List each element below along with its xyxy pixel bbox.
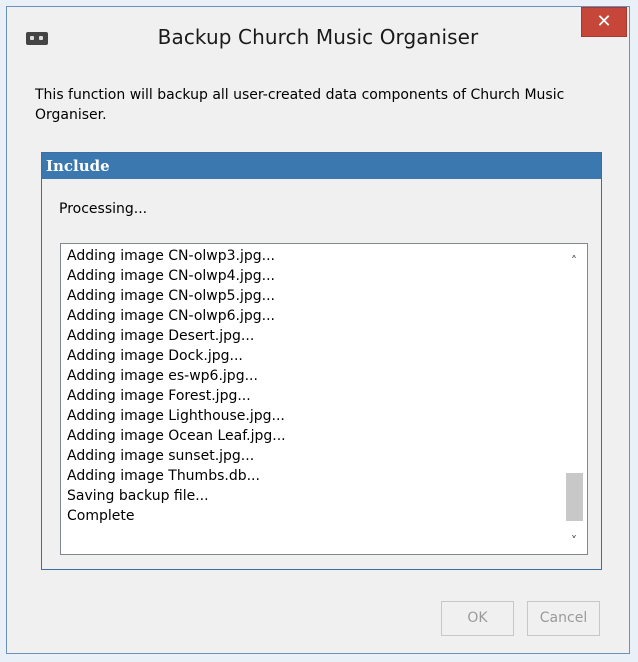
chevron-up-icon[interactable]: ˄ [562, 251, 586, 271]
list-item: Adding image Lighthouse.jpg... [67, 408, 285, 424]
backup-dialog: Backup Church Music Organiser ✕ This fun… [0, 0, 637, 661]
list-item: Adding image CN-olwp6.jpg... [67, 308, 275, 324]
log-listbox[interactable]: Adding image CN-olwp3.jpg... Adding image… [60, 243, 588, 555]
title-bar[interactable]: Backup Church Music Organiser ✕ [7, 7, 629, 71]
list-item: Adding image Dock.jpg... [67, 348, 243, 364]
status-text: Processing... [59, 201, 148, 217]
close-button[interactable]: ✕ [581, 7, 627, 37]
list-item: Adding image Ocean Leaf.jpg... [67, 428, 286, 444]
list-item: Adding image CN-olwp5.jpg... [67, 288, 275, 304]
list-item: Adding image sunset.jpg... [67, 448, 255, 464]
list-item: Complete [67, 508, 135, 524]
dialog-content: This function will backup all user-creat… [28, 71, 612, 649]
group-header: Include [42, 153, 601, 179]
log-items: Adding image CN-olwp3.jpg... Adding image… [67, 246, 555, 526]
cancel-button[interactable]: Cancel [527, 601, 600, 636]
list-item: Saving backup file... [67, 488, 209, 504]
list-item: Adding image CN-olwp4.jpg... [67, 268, 275, 284]
list-item: Adding image es-wp6.jpg... [67, 368, 258, 384]
vertical-scrollbar[interactable]: ˄ ˅ [562, 245, 586, 553]
close-icon: ✕ [596, 11, 612, 32]
list-item: Adding image CN-olwp3.jpg... [67, 248, 275, 264]
ok-button[interactable]: OK [441, 601, 514, 636]
scroll-thumb[interactable] [566, 473, 583, 521]
description-text: This function will backup all user-creat… [35, 87, 565, 123]
list-item: Adding image Forest.jpg... [67, 388, 251, 404]
include-group: Include Processing... Adding image CN-ol… [41, 152, 602, 570]
chevron-down-icon[interactable]: ˅ [562, 531, 586, 551]
app-icon [26, 32, 48, 45]
list-item: Adding image Desert.jpg... [67, 328, 255, 344]
cancel-button-label: Cancel [539, 610, 588, 626]
window-title: Backup Church Music Organiser [157, 25, 479, 49]
list-item: Adding image Thumbs.db... [67, 468, 260, 484]
ok-button-label: OK [467, 610, 488, 626]
